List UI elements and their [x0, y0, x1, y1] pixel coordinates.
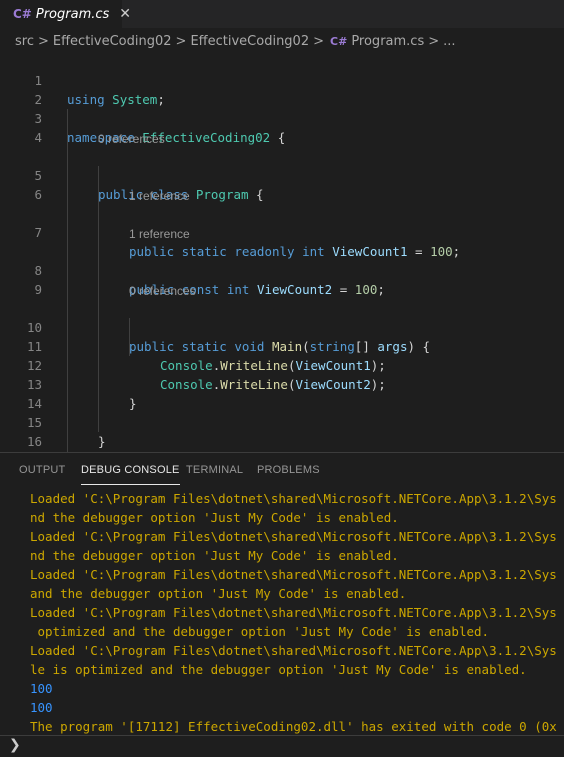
line-number: 4	[34, 130, 42, 145]
tab-debug-console[interactable]: DEBUG CONSOLE	[81, 464, 180, 485]
breadcrumb: src > EffectiveCoding02 > EffectiveCodin…	[0, 28, 564, 54]
console-line: The program '[17112] EffectiveCoding02.d…	[30, 719, 557, 734]
keyword-token: int	[226, 282, 250, 297]
code-line: 1 using System;	[0, 52, 564, 107]
console-line: 100	[30, 700, 53, 715]
variable-token: ViewCount2	[256, 282, 333, 297]
breadcrumb-item-more[interactable]: ...	[439, 34, 455, 49]
tab-title: Program.cs	[35, 6, 110, 22]
code-line: 9	[0, 261, 564, 297]
panel-tabs: OUTPUT DEBUG CONSOLE TERMINAL PROBLEMS	[0, 453, 564, 487]
codelens-references[interactable]: 1 reference	[129, 188, 190, 204]
breadcrumb-item-folder[interactable]: EffectiveCoding02	[49, 34, 172, 49]
tab-problems[interactable]: PROBLEMS	[257, 464, 320, 476]
punctuation-token: =	[332, 282, 355, 297]
console-line: le is optimized and the debugger option …	[30, 662, 527, 677]
punctuation-token: ;	[377, 282, 385, 297]
number-token: 100	[354, 282, 378, 297]
type-token: Program	[195, 187, 249, 202]
codelens-references[interactable]: 0 references	[98, 131, 165, 147]
console-line: nd the debugger option 'Just My Code' is…	[30, 548, 399, 563]
console-line: Loaded 'C:\Program Files\dotnet\shared\M…	[30, 529, 557, 544]
console-line: Loaded 'C:\Program Files\dotnet\shared\M…	[30, 567, 557, 582]
code-line: 5 public class Program {	[0, 147, 564, 202]
code-line: 12 Console.WriteLine(ViewCount2);	[0, 337, 564, 392]
chevron-right-icon: >	[428, 33, 440, 49]
code-line: 17 }	[0, 432, 564, 487]
code-line: 16	[0, 413, 564, 449]
punctuation-token: {	[270, 130, 286, 145]
chevron-right-icon: >	[313, 33, 325, 49]
debug-console-output[interactable]: Loaded 'C:\Program Files\dotnet\shared\M…	[0, 489, 564, 739]
console-line: Loaded 'C:\Program Files\dotnet\shared\M…	[30, 491, 557, 506]
code-line: 15 }	[0, 394, 564, 449]
breadcrumb-item-project[interactable]: EffectiveCoding02	[186, 34, 309, 49]
code-line: 3 namespace EffectiveCoding02 {	[0, 90, 564, 145]
code-editor[interactable]: 1 using System; 2 3 namespace EffectiveC…	[0, 52, 564, 489]
console-line: nd the debugger option 'Just My Code' is…	[30, 510, 399, 525]
tab-output[interactable]: OUTPUT	[19, 464, 65, 476]
line-number: 6	[34, 187, 42, 202]
code-line: 4	[0, 109, 564, 145]
punctuation-token: {	[248, 187, 264, 202]
breadcrumb-item-src[interactable]: src	[0, 34, 34, 49]
codelens-references[interactable]: 1 reference	[129, 226, 190, 242]
code-line: 7 public static readonly int ViewCount1 …	[0, 204, 564, 259]
console-line: 100	[30, 681, 53, 696]
debug-console-input[interactable]: ❯	[0, 735, 564, 757]
tab-terminal[interactable]: TERMINAL	[186, 464, 243, 476]
bottom-panel: OUTPUT DEBUG CONSOLE TERMINAL PROBLEMS L…	[0, 452, 564, 757]
codelens-references[interactable]: 0 references	[129, 283, 196, 299]
code-line: 11 Console.WriteLine(ViewCount1);	[0, 318, 564, 373]
chevron-right-icon: ❯	[9, 737, 21, 753]
chevron-right-icon: >	[37, 33, 49, 49]
code-line: 2	[0, 71, 564, 107]
console-line: optimized and the debugger option 'Just …	[30, 624, 490, 639]
editor-tab-bar: C# Program.cs ✕	[0, 0, 564, 28]
code-line: 8 public const int ViewCount2 = 100;	[0, 242, 564, 297]
code-line: 10 public static void Main(string[] args…	[0, 299, 564, 354]
line-number: 7	[34, 225, 42, 240]
csharp-file-icon: C#	[330, 34, 348, 48]
chevron-right-icon: >	[175, 33, 187, 49]
tab-program-cs[interactable]: C# Program.cs ✕	[0, 0, 131, 28]
code-line: 14	[0, 375, 564, 411]
code-line: 6	[0, 166, 564, 202]
csharp-file-icon: C#	[13, 7, 32, 21]
console-line: and the debugger option 'Just My Code' i…	[30, 586, 407, 601]
console-line: Loaded 'C:\Program Files\dotnet\shared\M…	[30, 643, 557, 658]
code-line: 13 }	[0, 356, 564, 411]
console-line: Loaded 'C:\Program Files\dotnet\shared\M…	[30, 605, 557, 620]
line-number: 9	[34, 282, 42, 297]
breadcrumb-item-file[interactable]: Program.cs	[347, 34, 424, 49]
close-icon[interactable]: ✕	[119, 6, 131, 22]
